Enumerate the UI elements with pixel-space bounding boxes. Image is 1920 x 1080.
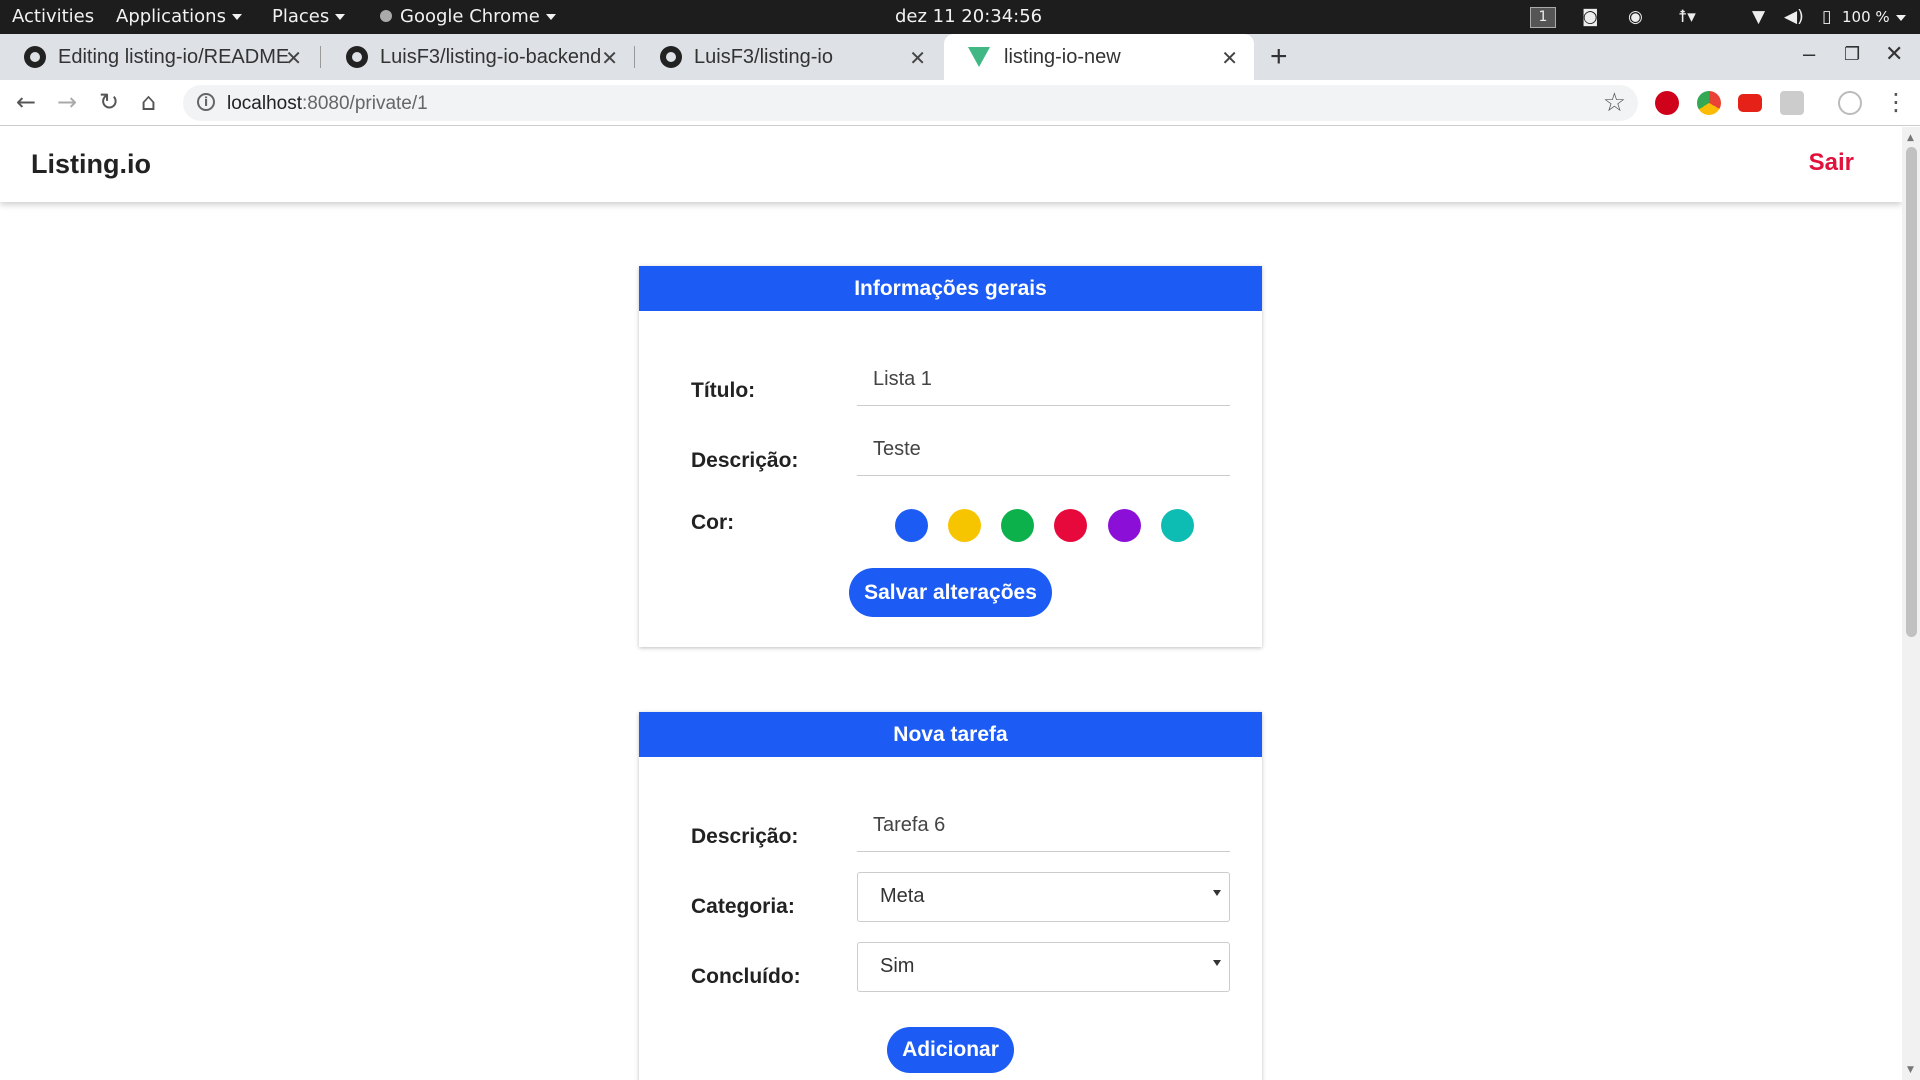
task-description-label: Descrição: [691,825,799,848]
app-menu[interactable]: Google Chrome [380,0,556,34]
dropdown-arrow-icon [1213,960,1221,966]
tab-title: LuisF3/listing-io-backend [380,45,602,68]
close-icon[interactable]: ✕ [1221,46,1238,71]
chrome-icon [380,10,392,22]
tab-separator [634,46,635,68]
battery-label: 100 % [1842,8,1890,26]
system-menu[interactable]: 100 % [1842,0,1906,34]
title-input[interactable]: Lista 1 [857,356,1230,406]
color-option-green[interactable] [1001,509,1034,542]
category-selected-value: Meta [880,885,925,907]
add-task-button[interactable]: Adicionar [887,1027,1014,1073]
page-content: Listing.io Sair Informações gerais Títul… [0,127,1902,1080]
tab-title: LuisF3/listing-io [694,45,833,68]
new-tab-button[interactable]: + [1270,40,1288,74]
description-label: Descrição: [691,449,799,472]
window-close-icon[interactable]: ✕ [1885,41,1903,67]
color-option-purple[interactable] [1108,509,1141,542]
adblock-icon[interactable] [1655,91,1679,115]
clock[interactable]: dez 11 20:34:56 [895,0,1042,34]
chevron-down-icon [545,14,556,20]
youtube-icon[interactable] [1738,94,1762,112]
volume-icon: ◀) [1784,7,1804,27]
color-label: Cor: [691,511,735,534]
page-scrollbar[interactable]: ▲ ▼ [1902,127,1920,1080]
title-label: Título: [691,379,756,402]
url-host: localhost [227,93,302,114]
color-option-blue[interactable] [895,509,928,542]
m-extension-icon[interactable] [1780,91,1804,115]
maximize-icon[interactable]: ❐ [1844,44,1860,65]
back-icon[interactable]: ← [16,88,36,116]
done-select[interactable]: Sim [857,942,1230,992]
bookmark-star-icon[interactable]: ☆ [1603,88,1626,118]
discord-icon[interactable]: ◙ [1582,8,1599,26]
chevron-down-icon [231,14,242,20]
logout-link[interactable]: Sair [1809,149,1854,177]
reload-icon[interactable]: ↻ [99,88,119,116]
github-icon [346,46,368,68]
save-changes-button[interactable]: Salvar alterações [849,568,1052,617]
color-option-teal[interactable] [1161,509,1194,542]
tab-separator [320,46,321,68]
close-icon[interactable]: ✕ [601,46,618,71]
new-task-card: Nova tarefa Descrição: Tarefa 6 Categori… [639,712,1262,1080]
applications-label: Applications [116,6,226,27]
category-label: Categoria: [691,895,795,918]
close-icon[interactable]: ✕ [285,46,302,71]
new-task-header: Nova tarefa [639,712,1262,757]
forward-icon[interactable]: → [57,88,77,116]
steam-icon[interactable]: ◉ [1628,8,1643,26]
tab-backend[interactable]: LuisF3/listing-io-backend ✕ [322,34,634,80]
places-menu[interactable]: Places [272,0,346,34]
tab-strip: Editing listing-io/README ✕ LuisF3/listi… [0,34,1920,80]
wifi-icon: ▼ [1752,7,1766,27]
address-bar[interactable]: i localhost:8080/private/1 ☆ [183,85,1638,121]
tab-title: listing-io-new [1004,45,1121,68]
done-label: Concluído: [691,965,801,988]
info-icon[interactable]: i [197,93,215,111]
chevron-down-icon [1895,14,1906,21]
places-label: Places [272,6,330,27]
category-select[interactable]: Meta [857,872,1230,922]
github-icon [24,46,46,68]
home-icon[interactable]: ⌂ [141,88,156,116]
accessibility-icon[interactable]: ☨▾ [1678,8,1696,26]
general-info-header: Informações gerais [639,266,1262,311]
scrollbar-thumb[interactable] [1906,147,1917,637]
battery-icon: ▯ [1822,7,1832,27]
tab-title: Editing listing-io/README [58,45,290,68]
github-icon [660,46,682,68]
browser-toolbar: ← → ↻ ⌂ i localhost:8080/private/1 ☆ [0,80,1920,126]
dropdown-arrow-icon [1213,890,1221,896]
description-input[interactable]: Teste [857,426,1230,476]
minimize-icon[interactable]: – [1803,41,1815,67]
app-menu-label: Google Chrome [400,6,540,27]
url-text[interactable]: localhost:8080/private/1 [227,93,428,115]
color-option-yellow[interactable] [948,509,981,542]
app-navbar: Listing.io Sair [0,127,1902,202]
brand-logo[interactable]: Listing.io [31,149,151,180]
tab-listing-io[interactable]: LuisF3/listing-io ✕ [636,34,942,80]
tab-readme[interactable]: Editing listing-io/README ✕ [0,34,318,80]
chrome-extension-icon[interactable] [1697,91,1721,115]
task-description-input[interactable]: Tarefa 6 [857,802,1230,852]
system-top-bar: Activities Applications Places Google Ch… [0,0,1920,34]
activities-button[interactable]: Activities [12,0,94,34]
vue-icon [968,47,990,67]
chevron-down-icon [335,14,346,20]
color-option-red[interactable] [1054,509,1087,542]
profile-icon[interactable] [1838,91,1862,115]
tab-listing-io-new[interactable]: listing-io-new ✕ [944,34,1254,80]
applications-menu[interactable]: Applications [116,0,242,34]
close-icon[interactable]: ✕ [909,46,926,71]
workspace-indicator[interactable]: 1 [1530,7,1556,28]
done-selected-value: Sim [880,955,915,977]
scroll-up-icon[interactable]: ▲ [1907,133,1914,143]
general-info-card: Informações gerais Título: Lista 1 Descr… [639,266,1262,647]
url-path: :8080/private/1 [302,93,428,114]
scroll-down-icon[interactable]: ▼ [1907,1065,1914,1075]
menu-dots-icon[interactable]: ⋮ [1884,88,1908,116]
